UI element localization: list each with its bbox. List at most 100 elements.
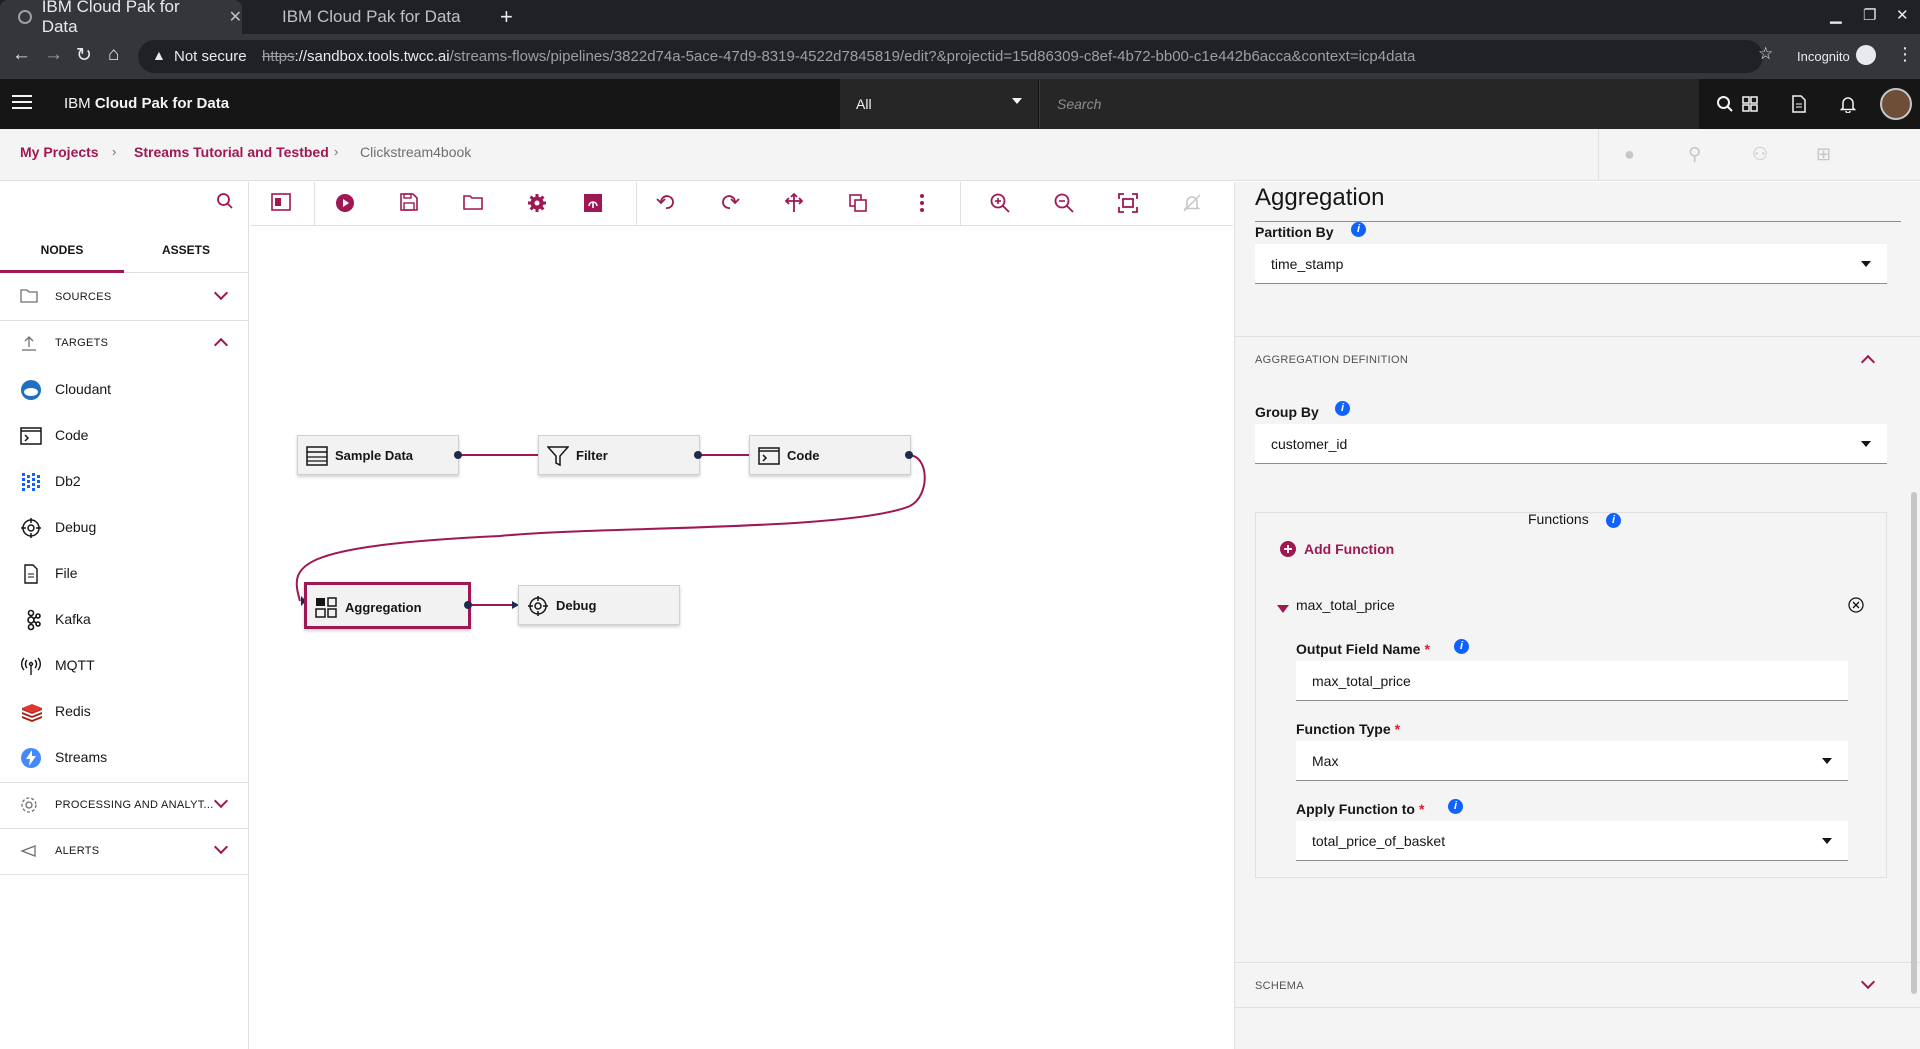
node-label: Code [787,448,820,463]
caret-down-icon[interactable] [1276,601,1290,615]
aggregation-icon [315,596,337,618]
avatar[interactable] [1880,88,1912,120]
category-alerts[interactable]: ALERTS [0,828,248,874]
redo-icon[interactable] [719,193,741,215]
back-icon[interactable]: ← [12,44,31,66]
palette-item-file[interactable]: File [0,550,248,596]
node-aggregation[interactable]: Aggregation [304,582,471,629]
breadcrumb-my-projects[interactable]: My Projects [20,144,99,160]
palette-search-icon[interactable] [216,192,236,212]
output-port[interactable] [694,451,702,459]
open-icon[interactable] [462,193,484,215]
apply-function-select[interactable]: total_price_of_basket [1296,821,1848,861]
find-icon[interactable]: ⚲ [1688,144,1701,165]
info-icon[interactable]: ● [1624,144,1635,165]
close-tab-icon[interactable]: ✕ [229,7,242,27]
forward-icon[interactable]: → [44,44,63,66]
home-icon[interactable]: ⌂ [108,44,119,66]
palette-item-label: Cloudant [55,381,112,397]
tab-nodes[interactable]: NODES [0,226,124,273]
scrollbar-thumb[interactable] [1911,492,1917,994]
palette-item-label: Db2 [55,473,81,489]
close-window-icon[interactable]: ✕ [1896,6,1909,24]
node-sample-data[interactable]: Sample Data [297,435,459,475]
output-port[interactable] [464,601,472,609]
breadcrumb-separator-icon: › [112,144,117,159]
search-input[interactable]: Search [1039,79,1699,129]
palette-toggle-icon[interactable] [270,193,292,215]
document-icon[interactable] [1774,79,1823,129]
info-icon[interactable]: i [1448,799,1463,814]
incognito-icon[interactable] [1856,45,1876,65]
info-icon[interactable]: i [1335,401,1350,416]
function-type-label: Function Type * [1296,721,1401,737]
group-by-select[interactable]: customer_id [1255,424,1887,464]
undo-icon[interactable] [655,193,677,215]
tab-assets[interactable]: ASSETS [124,226,248,273]
save-icon[interactable] [398,193,420,215]
aggregation-definition-section[interactable]: AGGREGATION DEFINITION [1235,336,1920,382]
reload-icon[interactable]: ↻ [76,44,92,67]
palette-item-mqtt[interactable]: MQTT [0,642,248,688]
browser-tab-2[interactable]: IBM Cloud Pak for Data [246,0,486,34]
search-scope-dropdown[interactable]: All [840,79,1038,129]
palette-item-kafka[interactable]: Kafka [0,596,248,642]
info-icon[interactable]: i [1351,222,1366,237]
streams-icon [20,747,42,769]
output-field-input[interactable]: max_total_price [1296,661,1848,701]
product-name[interactable]: IBM Cloud Pak for Data [64,95,229,112]
notifications-off-icon[interactable] [1181,193,1203,215]
arrange-icon[interactable] [783,192,805,215]
fit-icon[interactable] [1117,193,1139,215]
flow-canvas[interactable]: Sample Data Filter Code Aggregation Debu… [250,226,1233,1049]
category-processing[interactable]: PROCESSING AND ANALYT... [0,782,248,828]
run-icon[interactable] [334,193,356,215]
node-label: Filter [576,448,608,463]
restore-icon[interactable]: ❐ [1863,6,1876,24]
palette-item-streams[interactable]: Streams [0,734,248,780]
more-icon[interactable] [911,193,933,215]
palette-item-label: MQTT [55,657,95,673]
minimize-icon[interactable]: ▁ [1830,6,1842,24]
node-debug[interactable]: Debug [518,585,680,625]
chevron-down-icon [213,793,229,809]
function-type-select[interactable]: Max [1296,741,1848,781]
url-field[interactable]: ▲ Not secure https://sandbox.tools.twcc.… [138,40,1763,73]
schema-section[interactable]: SCHEMA [1235,962,1920,1008]
hamburger-menu-icon[interactable] [12,91,32,111]
zoom-in-icon[interactable] [989,193,1011,215]
partition-by-select[interactable]: time_stamp [1255,244,1887,284]
palette-item-debug[interactable]: Debug [0,504,248,550]
node-palette: NODES ASSETS SOURCES TARGETS Cloudant Co… [0,182,249,1049]
bookmark-star-icon[interactable]: ☆ [1758,44,1773,64]
settings-icon[interactable] [526,193,548,215]
layout-icon[interactable]: ⊞ [1816,144,1831,165]
category-targets[interactable]: TARGETS [0,320,248,366]
node-label: Sample Data [335,448,414,463]
palette-item-cloudant[interactable]: Cloudant [0,366,248,412]
export-icon[interactable] [582,193,604,215]
info-icon[interactable]: i [1454,639,1469,654]
browser-menu-icon[interactable]: ⋮ [1896,44,1914,65]
zoom-out-icon[interactable] [1053,193,1075,215]
catalog-icon[interactable] [1725,79,1774,129]
breadcrumb-separator-icon: › [334,144,339,159]
category-sources[interactable]: SOURCES [0,274,248,320]
node-code[interactable]: Code [749,435,911,475]
palette-item-code[interactable]: Code [0,412,248,458]
palette-item-redis[interactable]: Redis [0,688,248,734]
node-filter[interactable]: Filter [538,435,700,475]
breadcrumb-project[interactable]: Streams Tutorial and Testbed [134,144,329,160]
browser-tab-1[interactable]: IBM Cloud Pak for Data ✕ [0,0,242,36]
info-icon[interactable]: i [1606,513,1621,528]
output-port[interactable] [454,451,462,459]
comments-icon[interactable]: ⚇ [1752,144,1768,165]
notification-bell-icon[interactable] [1823,79,1872,129]
remove-function-icon[interactable] [1848,597,1864,613]
output-field-value: max_total_price [1312,673,1411,689]
search-scope-value: All [856,96,872,112]
palette-item-db2[interactable]: Db2 [0,458,248,504]
new-tab-icon[interactable]: + [500,4,513,30]
output-port[interactable] [905,451,913,459]
duplicate-icon[interactable] [847,193,869,215]
